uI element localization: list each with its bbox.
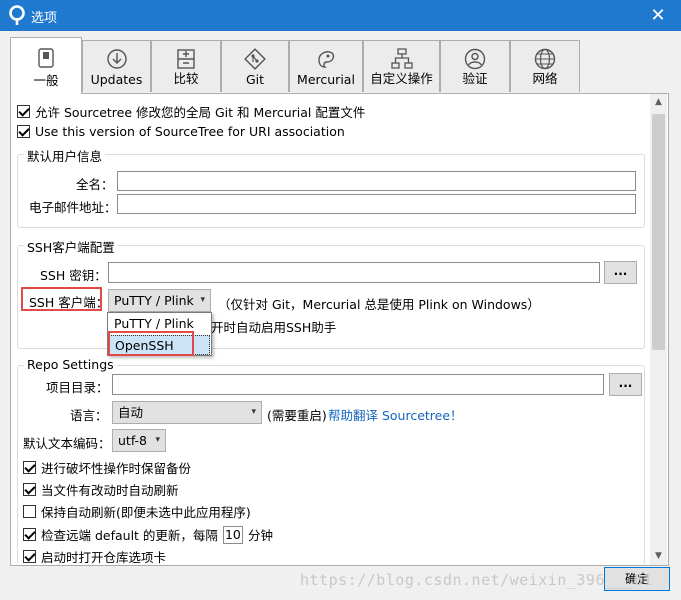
uri-association-checkbox[interactable]: Use this version of SourceTree for URI a… — [17, 124, 345, 139]
checkbox-label: Use this version of SourceTree for URI a… — [35, 124, 345, 139]
tab-diff[interactable]: 比较 — [151, 40, 221, 92]
openssh-highlight — [108, 331, 194, 356]
project-dir-label: 项目目录： — [46, 380, 109, 395]
checkbox-box[interactable] — [23, 550, 36, 563]
checkbox-box[interactable] — [17, 125, 30, 138]
checkbox-box[interactable] — [23, 528, 36, 541]
tab-authentication[interactable]: 验证 — [440, 40, 510, 92]
backup-checkbox[interactable]: 进行破坏性操作时保留备份 — [23, 458, 191, 477]
project-dir-input[interactable] — [112, 374, 604, 395]
tab-label: Git — [245, 72, 265, 87]
ssh-helper-label[interactable]: 开时自动启用SSH助手 — [211, 317, 336, 336]
group-title: SSH客户端配置 — [24, 237, 118, 256]
git-icon — [244, 48, 266, 70]
checkbox-box[interactable] — [23, 505, 36, 518]
fullname-label: 全名： — [76, 177, 114, 192]
flowchart-icon — [390, 48, 413, 69]
checkbox-suffix: 分钟 — [247, 528, 273, 543]
ssh-key-browse-button[interactable]: ... — [604, 261, 637, 284]
tab-custom-actions[interactable]: 自定义操作 — [363, 40, 440, 92]
translate-link[interactable]: 帮助翻译 Sourcetree！ — [328, 405, 463, 424]
ssh-key-label: SSH 密钥： — [40, 268, 107, 283]
diff-icon — [177, 49, 195, 69]
tab-git[interactable]: Git — [221, 40, 289, 92]
tab-label: Mercurial — [297, 72, 355, 87]
tab-updates[interactable]: Updates — [82, 40, 151, 92]
tab-label: 网络 — [532, 71, 558, 86]
email-label: 电子邮件地址： — [29, 200, 117, 215]
check-remote-checkbox[interactable]: 检查远端 default 的更新，每隔 10 分钟 — [23, 525, 273, 544]
tab-label: 一般 — [33, 73, 59, 88]
download-icon — [106, 49, 127, 69]
ssh-client-label: SSH 客户端： — [29, 295, 109, 310]
checkbox-box[interactable] — [17, 105, 30, 118]
title-bar: 选项 ✕ — [0, 0, 681, 31]
toggle-switch-icon — [38, 48, 54, 68]
language-label: 语言： — [70, 408, 108, 423]
group-title: Repo Settings — [24, 357, 117, 372]
tab-label: 验证 — [462, 71, 488, 86]
language-value: 自动 — [118, 405, 144, 420]
encoding-label: 默认文本编码： — [23, 436, 111, 451]
close-button[interactable]: ✕ — [635, 0, 681, 31]
encoding-value: utf-8 — [118, 433, 148, 448]
ssh-client-value: PuTTY / Plink — [114, 293, 194, 308]
ssh-key-input[interactable] — [108, 262, 600, 283]
vertical-scrollbar[interactable]: ▲ ▼ — [650, 94, 667, 565]
checkbox-box[interactable] — [23, 483, 36, 496]
project-dir-browse-button[interactable]: ... — [609, 373, 642, 396]
language-select[interactable]: 自动 ▾ — [112, 401, 262, 424]
checkbox-label: 保持自动刷新(即便未选中此应用程序) — [41, 505, 251, 520]
chevron-down-icon: ▾ — [251, 407, 256, 417]
group-title: 默认用户信息 — [24, 146, 106, 165]
user-icon — [464, 48, 486, 70]
checkbox-box[interactable] — [23, 461, 36, 474]
scroll-down-icon[interactable]: ▼ — [650, 548, 667, 565]
checkbox-label: 当文件有改动时自动刷新 — [41, 483, 179, 498]
ssh-client-select[interactable]: PuTTY / Plink ▾ — [108, 289, 211, 312]
sourcetree-logo-icon — [9, 5, 25, 25]
scrollbar-thumb[interactable] — [652, 114, 665, 350]
open-tab-checkbox[interactable]: 启动时打开仓库选项卡 — [23, 548, 166, 565]
ssh-note: （仅针对 Git，Mercurial 总是使用 Plink on Windows… — [218, 297, 540, 312]
scroll-up-icon[interactable]: ▲ — [650, 94, 667, 111]
mercurial-icon — [318, 51, 335, 68]
tab-mercurial[interactable]: Mercurial — [289, 40, 363, 92]
allow-global-config-checkbox[interactable]: 允许 Sourcetree 修改您的全局 Git 和 Mercurial 配置文… — [17, 102, 365, 121]
check-interval-input[interactable]: 10 — [222, 525, 243, 544]
checkbox-label: 进行破坏性操作时保留备份 — [41, 461, 192, 476]
tab-label: 比较 — [173, 71, 199, 86]
tab-label: 自定义操作 — [370, 71, 433, 86]
chevron-down-icon: ▾ — [155, 435, 160, 445]
fullname-input[interactable] — [117, 171, 636, 191]
checkbox-label: 检查远端 default 的更新，每隔 — [41, 528, 218, 543]
auto-refresh-checkbox[interactable]: 当文件有改动时自动刷新 — [23, 480, 179, 499]
watermark-text: https://blog.csdn.net/weixin_396___61 — [300, 571, 653, 589]
tab-network[interactable]: 网络 — [510, 40, 580, 92]
encoding-select[interactable]: utf-8 ▾ — [112, 429, 166, 452]
window-title: 选项 — [31, 11, 58, 26]
restart-note: (需要重启) — [267, 408, 327, 423]
email-input[interactable] — [117, 194, 636, 214]
globe-icon — [534, 48, 556, 70]
chevron-down-icon: ▾ — [200, 295, 205, 305]
tab-general[interactable]: 一般 — [10, 37, 82, 94]
checkbox-label: 启动时打开仓库选项卡 — [41, 550, 167, 565]
checkbox-label: 允许 Sourcetree 修改您的全局 Git 和 Mercurial 配置文… — [35, 105, 366, 120]
keep-refresh-checkbox[interactable]: 保持自动刷新(即便未选中此应用程序) — [23, 502, 251, 521]
tab-label: Updates — [90, 72, 143, 87]
